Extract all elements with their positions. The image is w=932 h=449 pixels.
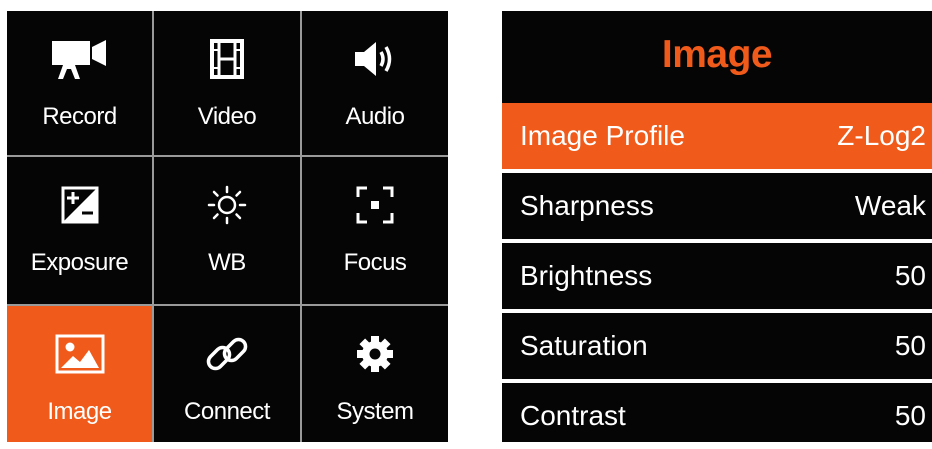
picture-icon <box>7 334 152 374</box>
link-icon <box>154 334 300 374</box>
setting-value: Weak <box>854 190 926 221</box>
setting-name: Brightness <box>520 260 653 291</box>
setting-row-contrast[interactable]: Contrast 50 <box>502 383 932 449</box>
setting-row-image-profile[interactable]: Image Profile Z-Log2 <box>502 103 932 169</box>
setting-row-saturation[interactable]: Saturation 50 <box>502 313 932 379</box>
menu-tile-label: Connect <box>184 398 270 425</box>
main-menu-grid: Record Video Audio Exposure WB Focus Ima… <box>7 11 448 442</box>
setting-value: 50 <box>894 330 926 361</box>
setting-row-sharpness[interactable]: Sharpness Weak <box>502 173 932 239</box>
sun-icon <box>154 185 300 225</box>
menu-tile-label: Audio <box>345 103 405 130</box>
menu-tile-system[interactable]: System <box>302 306 448 442</box>
camcorder-icon <box>7 39 152 79</box>
menu-tile-record[interactable]: Record <box>7 11 152 155</box>
setting-name: Contrast <box>520 400 626 431</box>
setting-value: 50 <box>894 260 926 291</box>
menu-tile-focus[interactable]: Focus <box>302 157 448 304</box>
menu-tile-label: Focus <box>343 249 407 276</box>
image-settings-panel: Image Image Profile Z-Log2 Sharpness Wea… <box>502 11 932 442</box>
menu-tile-label: Video <box>197 103 257 130</box>
menu-tile-audio[interactable]: Audio <box>302 11 448 155</box>
focus-frame-icon <box>302 185 448 225</box>
film-icon <box>154 39 300 79</box>
menu-tile-label: Image <box>47 398 112 425</box>
grid-divider <box>152 11 154 442</box>
menu-tile-label: System <box>336 398 414 425</box>
setting-value: Z-Log2 <box>837 120 926 151</box>
panel-title: Image <box>661 33 773 76</box>
setting-row-brightness[interactable]: Brightness 50 <box>502 243 932 309</box>
menu-tile-video[interactable]: Video <box>154 11 300 155</box>
grid-divider <box>300 11 302 442</box>
grid-divider <box>7 304 448 306</box>
menu-tile-image[interactable]: Image <box>7 306 152 442</box>
menu-tile-label: Record <box>42 103 117 130</box>
grid-divider <box>7 155 448 157</box>
setting-name: Sharpness <box>520 190 654 221</box>
setting-value: 50 <box>894 400 926 431</box>
setting-name: Saturation <box>520 330 648 361</box>
menu-tile-wb[interactable]: WB <box>154 157 300 304</box>
menu-tile-connect[interactable]: Connect <box>154 306 300 442</box>
menu-tile-label: Exposure <box>30 249 129 276</box>
speaker-icon <box>302 39 448 79</box>
menu-tile-exposure[interactable]: Exposure <box>7 157 152 304</box>
gear-icon <box>302 334 448 374</box>
menu-tile-label: WB <box>208 249 246 276</box>
exposure-compensation-icon <box>7 185 152 225</box>
setting-name: Image Profile <box>520 120 685 151</box>
